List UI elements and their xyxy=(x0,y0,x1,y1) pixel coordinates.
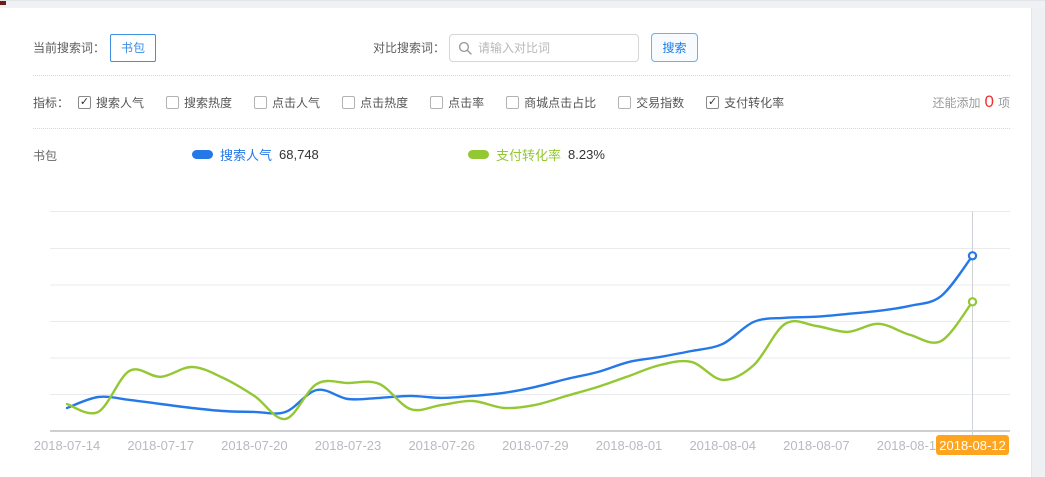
legend-swatch xyxy=(192,150,213,159)
series-line-1 xyxy=(67,302,973,419)
x-axis-label: 2018-07-14 xyxy=(34,438,101,453)
remaining-prefix: 还能添加 xyxy=(933,94,981,111)
checkbox-icon[interactable] xyxy=(166,96,179,109)
checkbox-icon[interactable] xyxy=(254,96,267,109)
metric-label: 点击人气 xyxy=(272,94,320,111)
x-axis-label: 2018-07-29 xyxy=(502,438,569,453)
metric-label: 搜索人气 xyxy=(96,94,144,111)
current-term-label: 当前搜索词： xyxy=(33,39,105,56)
x-axis-label: 2018-08-10 xyxy=(877,438,944,453)
metric-label: 支付转化率 xyxy=(724,94,784,111)
compare-term-input-wrapper[interactable] xyxy=(449,34,639,62)
metric-checkbox-item[interactable]: 搜索热度 xyxy=(166,94,232,111)
x-axis-label: 2018-07-20 xyxy=(221,438,288,453)
remaining-suffix: 项 xyxy=(998,94,1010,111)
remaining-quota-hint: 还能添加 0 项 xyxy=(933,92,1011,112)
metric-label: 点击热度 xyxy=(360,94,408,111)
x-axis-label: 2018-07-17 xyxy=(127,438,194,453)
legend-name: 搜索人气 xyxy=(220,145,272,164)
search-button[interactable]: 搜索 xyxy=(651,33,698,62)
metric-checkbox-item[interactable]: 点击人气 xyxy=(254,94,320,111)
checkbox-icon[interactable]: ✓ xyxy=(78,96,91,109)
separator xyxy=(33,128,1010,129)
chart-legend: 书包 搜索人气 68,748 支付转化率 8.23% xyxy=(0,145,1031,163)
trend-compare-panel: 当前搜索词： 书包 对比搜索词： 搜索 指标： ✓ 搜索人气 搜索热度 点击人气… xyxy=(0,0,1045,477)
corner-mark xyxy=(0,1,6,5)
metric-checkbox-item[interactable]: ✓ 搜索人气 xyxy=(78,94,144,111)
metrics-row: 指标： ✓ 搜索人气 搜索热度 点击人气 点击热度 点击率 商城点击占比 交易指… xyxy=(33,93,784,111)
series-endpoint-marker xyxy=(969,298,976,305)
x-axis-label: 2018-07-26 xyxy=(408,438,475,453)
legend-item-search-popularity[interactable]: 搜索人气 68,748 xyxy=(192,145,319,164)
current-keyword-button[interactable]: 书包 xyxy=(110,34,156,62)
metric-label: 点击率 xyxy=(448,94,484,111)
series-line-0 xyxy=(67,256,973,414)
legend-name: 支付转化率 xyxy=(496,145,561,164)
metric-label: 搜索热度 xyxy=(184,94,232,111)
checkbox-icon[interactable] xyxy=(618,96,631,109)
compare-term-input[interactable] xyxy=(478,41,633,55)
top-strip xyxy=(0,0,1045,8)
metric-checkbox-item[interactable]: 商城点击占比 xyxy=(506,94,596,111)
metric-label: 商城点击占比 xyxy=(524,94,596,111)
x-axis-label: 2018-08-01 xyxy=(596,438,663,453)
series-endpoint-marker xyxy=(969,252,976,259)
highlighted-date-label: 2018-08-12 xyxy=(939,438,1006,453)
x-axis-label: 2018-08-07 xyxy=(783,438,850,453)
metric-label: 交易指数 xyxy=(636,94,684,111)
legend-swatch xyxy=(468,150,489,159)
metric-checkbox-item[interactable]: 点击热度 xyxy=(342,94,408,111)
checkbox-icon[interactable]: ✓ xyxy=(706,96,719,109)
metric-checkbox-item[interactable]: 点击率 xyxy=(430,94,484,111)
compare-term-label: 对比搜索词： xyxy=(373,39,445,56)
trend-line-chart[interactable]: 2018-07-14 2018-07-17 2018-07-20 2018-07-23… xyxy=(0,195,1045,477)
x-axis-label: 2018-07-23 xyxy=(315,438,382,453)
separator xyxy=(33,75,1010,76)
legend-value: 68,748 xyxy=(279,147,319,162)
legend-item-payment-conversion[interactable]: 支付转化率 8.23% xyxy=(468,145,605,164)
metric-checkbox-item[interactable]: 交易指数 xyxy=(618,94,684,111)
metrics-label: 指标： xyxy=(33,94,69,111)
checkbox-icon[interactable] xyxy=(342,96,355,109)
search-term-header: 当前搜索词： 书包 对比搜索词： 搜索 xyxy=(33,33,698,62)
checkbox-icon[interactable] xyxy=(430,96,443,109)
metric-checkbox-item[interactable]: ✓ 支付转化率 xyxy=(706,94,784,111)
checkbox-icon[interactable] xyxy=(506,96,519,109)
legend-keyword: 书包 xyxy=(33,147,57,164)
search-icon xyxy=(458,41,472,55)
legend-value: 8.23% xyxy=(568,147,605,162)
x-axis-label: 2018-08-04 xyxy=(689,438,756,453)
remaining-count: 0 xyxy=(985,92,994,112)
